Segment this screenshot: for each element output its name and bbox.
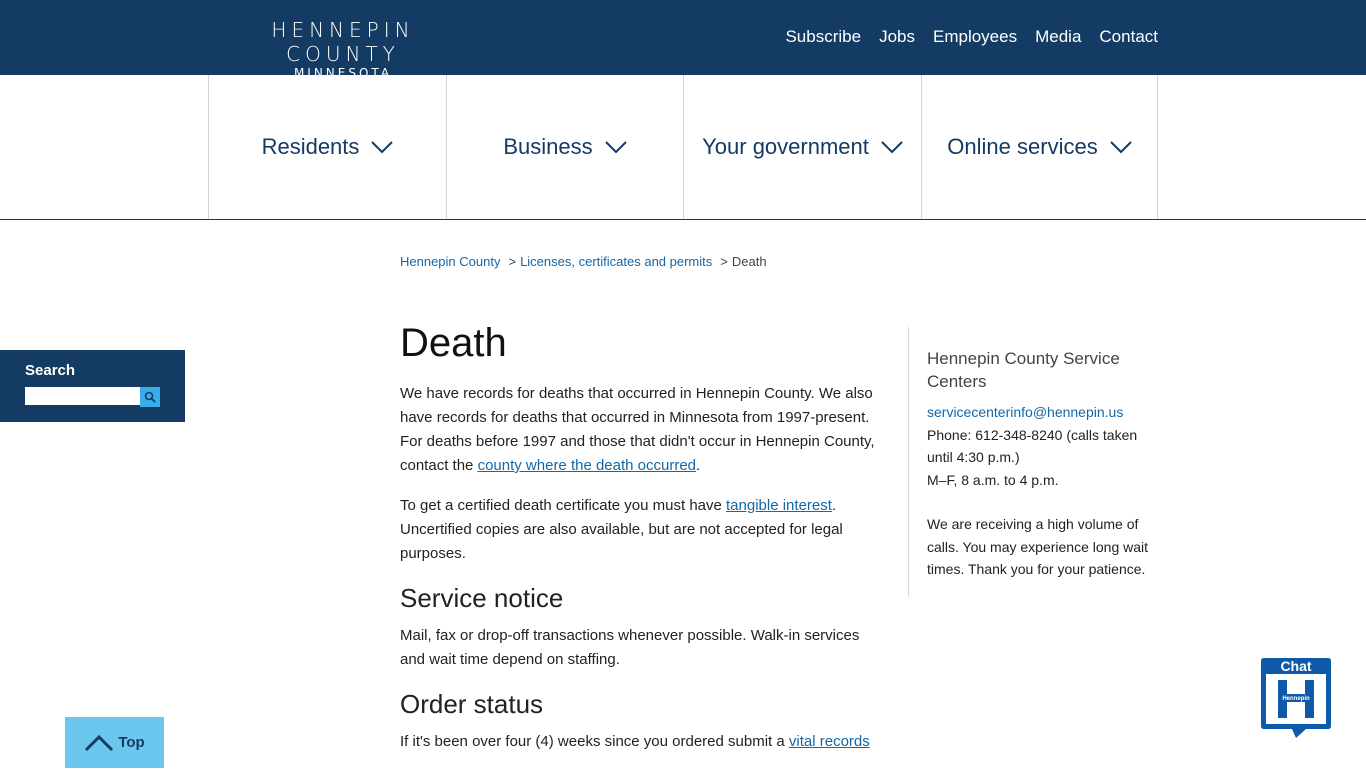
vital-records-link[interactable]: vital records xyxy=(789,733,870,750)
order-status-heading: Order status xyxy=(400,689,544,719)
sidebar-hours: M–F, 8 a.m. to 4 p.m. xyxy=(927,471,1059,488)
intro-paragraph: We have records for deaths that occurred… xyxy=(400,382,888,478)
chat-icon: Chat Hennepin xyxy=(1261,658,1331,738)
breadcrumb-current: Death xyxy=(731,254,767,269)
sidebar-notice: We are receiving a high volume of calls.… xyxy=(927,516,1149,577)
nav-item-residents[interactable]: Residents xyxy=(208,75,446,219)
sidebar-phone: Phone: 612-348-8240 (calls taken until 4… xyxy=(927,426,1138,466)
service-center-email-link[interactable]: servicecenterinfo@hennepin.us xyxy=(927,404,1123,420)
subscribe-link[interactable]: Subscribe xyxy=(785,25,861,49)
nav-label: Online services xyxy=(947,134,1098,159)
chat-logo-text: Hennepin xyxy=(1282,696,1310,702)
county-where-death-occurred-link[interactable]: county where the death occurred xyxy=(478,457,696,474)
breadcrumb-hennepin-county[interactable]: Hennepin County xyxy=(400,254,500,269)
service-notice-heading: Service notice xyxy=(400,583,564,613)
breadcrumb: Hennepin County > Licenses, certificates a… xyxy=(400,254,767,269)
certificate-paragraph: To get a certified death certificate you… xyxy=(400,494,888,566)
tangible-interest-link[interactable]: tangible interest xyxy=(726,497,832,514)
utility-nav: Subscribe Jobs Employees Media Contact xyxy=(767,25,1158,49)
jobs-link[interactable]: Jobs xyxy=(879,25,915,49)
logo-main-text: HENNEPIN COUNTY xyxy=(271,18,415,66)
intro-text-end: . xyxy=(696,457,701,474)
main-content: Death We have records for deaths that oc… xyxy=(400,318,888,770)
search-icon xyxy=(144,391,156,403)
chevron-down-icon xyxy=(371,140,394,153)
back-to-top-button[interactable]: Top xyxy=(65,717,164,768)
search-input[interactable] xyxy=(25,387,141,405)
media-link[interactable]: Media xyxy=(1035,25,1081,49)
certificate-text: To get a certified death certificate you… xyxy=(400,497,727,514)
nav-item-online-services[interactable]: Online services xyxy=(921,75,1158,219)
main-nav: Residents Business Your government Onlin… xyxy=(0,75,1366,220)
chevron-down-icon xyxy=(1109,140,1132,153)
contact-link[interactable]: Contact xyxy=(1099,25,1158,49)
chevron-down-icon xyxy=(604,140,627,153)
page-title: Death xyxy=(400,321,507,365)
site-header: HENNEPIN COUNTY MINNESOTA Subscribe Jobs… xyxy=(0,0,1366,80)
search-button[interactable] xyxy=(140,387,160,407)
employees-link[interactable]: Employees xyxy=(933,25,1017,49)
service-notice-text: Mail, fax or drop-off transactions whene… xyxy=(400,627,860,668)
nav-item-your-government[interactable]: Your government xyxy=(683,75,921,219)
nav-label: Residents xyxy=(261,134,360,159)
chevron-up-icon xyxy=(85,734,114,751)
nav-item-business[interactable]: Business xyxy=(446,75,683,219)
breadcrumb-licenses[interactable]: Licenses, certificates and permits xyxy=(520,254,712,269)
order-status-paragraph: If it's been over four (4) weeks since y… xyxy=(400,730,888,754)
breadcrumb-separator: > xyxy=(508,254,517,269)
nav-label: Business xyxy=(503,134,593,159)
search-label: Search xyxy=(25,362,76,379)
order-status-text: If it's been over four (4) weeks since y… xyxy=(400,733,789,750)
search-panel: Search xyxy=(0,350,185,422)
chat-button[interactable]: Chat Hennepin xyxy=(1260,656,1332,740)
chat-label: Chat xyxy=(1280,658,1311,674)
hennepin-county-logo[interactable]: HENNEPIN COUNTY MINNESOTA xyxy=(211,18,475,80)
service-centers-sidebar: Hennepin County Service Centers servicec… xyxy=(908,327,1157,597)
nav-label: Your government xyxy=(702,134,869,159)
breadcrumb-separator: > xyxy=(720,254,728,269)
sidebar-title: Hennepin County Service Centers xyxy=(927,349,1120,391)
top-label: Top xyxy=(118,734,145,751)
chevron-down-icon xyxy=(881,140,903,153)
